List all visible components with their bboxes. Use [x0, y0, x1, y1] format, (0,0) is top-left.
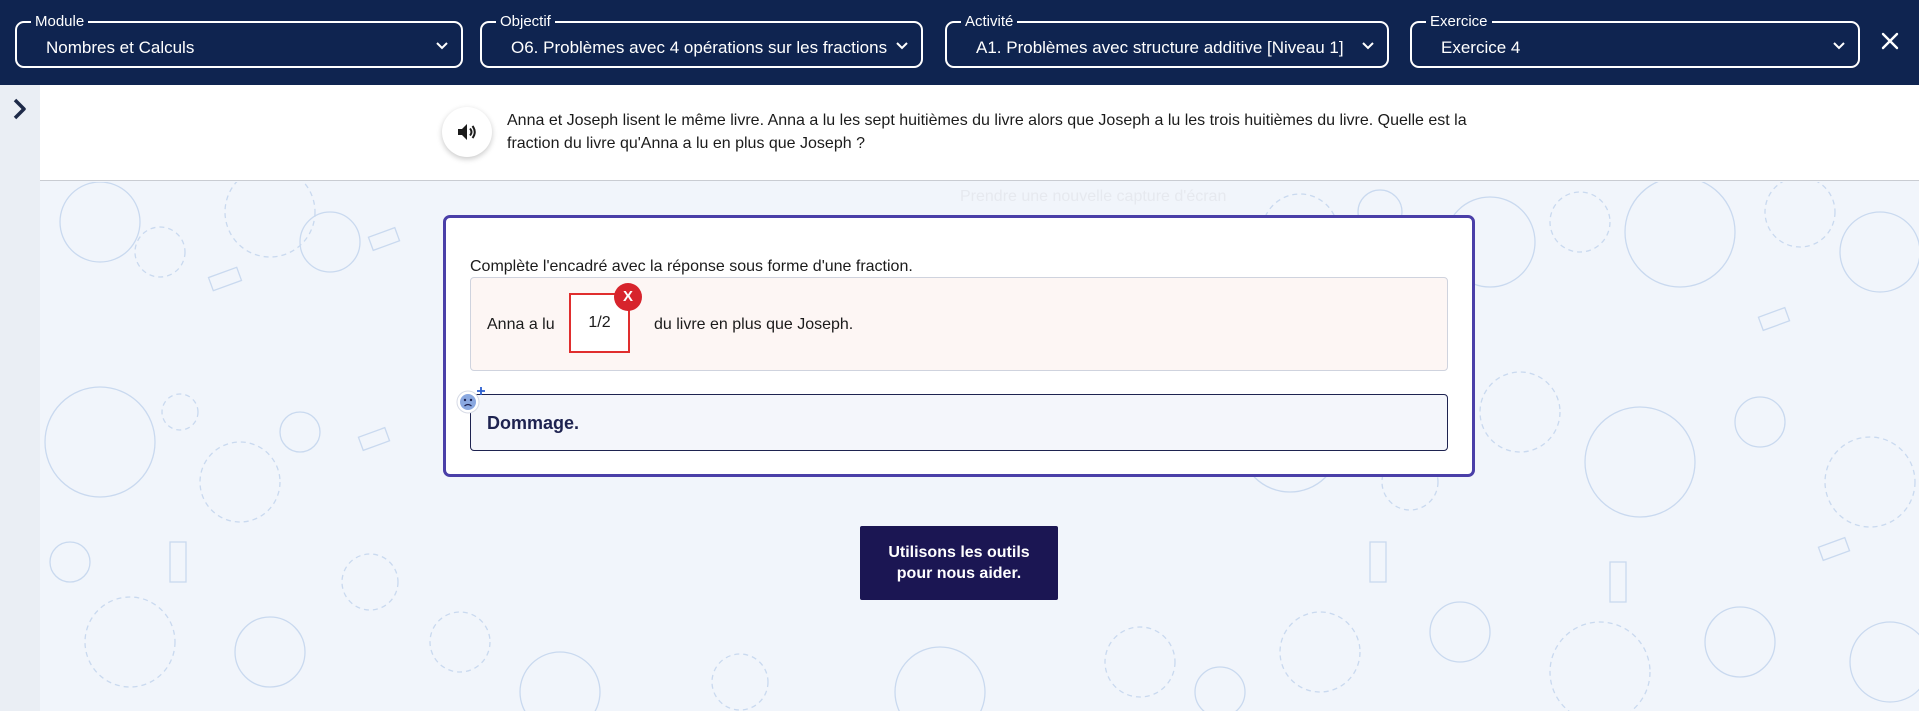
- objectif-select-value: O6. Problèmes avec 4 opérations sur les …: [511, 38, 888, 57]
- objectif-select-label: Objectif: [496, 13, 555, 31]
- feedback-text: Dommage.: [487, 413, 580, 433]
- activite-select-label: Activité: [961, 13, 1018, 31]
- audio-button[interactable]: [442, 107, 492, 157]
- module-select[interactable]: Module Nombres et Calculs: [15, 13, 463, 68]
- error-badge: X: [614, 283, 642, 311]
- question-band: Anna et Joseph lisent le même livre. Ann…: [40, 85, 1919, 181]
- module-select-label: Module: [31, 13, 89, 31]
- exercise-card: Complète l'encadré avec la réponse sous …: [443, 215, 1475, 477]
- exercice-select-value: Exercice 4: [1441, 38, 1521, 57]
- chevron-down-icon: [896, 42, 908, 50]
- question-text: Anna et Joseph lisent le même livre. Ann…: [507, 112, 1467, 152]
- chevron-down-icon: [436, 42, 448, 50]
- close-icon[interactable]: [1878, 29, 1902, 53]
- top-bar: Module Nombres et Calculs Objectif O6. P…: [0, 0, 1919, 85]
- activite-select[interactable]: Activité A1. Problèmes avec structure ad…: [945, 13, 1389, 68]
- objectif-select[interactable]: Objectif O6. Problèmes avec 4 opérations…: [480, 13, 923, 68]
- instruction-text: Complète l'encadré avec la réponse sous …: [470, 258, 913, 275]
- chevron-down-icon: [1833, 42, 1845, 50]
- feedback-box: Dommage.: [470, 394, 1448, 451]
- answer-box: Anna a lu X du livre en plus que Joseph.: [470, 277, 1448, 371]
- chevron-right-icon[interactable]: [8, 97, 32, 121]
- sad-face-icon: [456, 387, 485, 414]
- speaker-icon: [458, 124, 476, 140]
- side-rail: [0, 85, 40, 711]
- activite-select-value: A1. Problèmes avec structure additive [N…: [976, 38, 1344, 57]
- exercice-select-label: Exercice: [1426, 13, 1492, 31]
- module-select-value: Nombres et Calculs: [46, 38, 195, 57]
- use-tools-button-line2: pour nous aider.: [896, 565, 1022, 582]
- answer-suffix: du livre en plus que Joseph.: [654, 316, 854, 333]
- exercice-select[interactable]: Exercice Exercice 4: [1410, 13, 1860, 68]
- answer-prefix: Anna a lu: [487, 316, 555, 333]
- use-tools-button[interactable]: Utilisons les outils pour nous aider.: [860, 526, 1058, 600]
- chevron-down-icon: [1362, 42, 1374, 50]
- screenshot-hint: Prendre une nouvelle capture d'écran: [960, 188, 1227, 205]
- use-tools-button-line1: Utilisons les outils: [888, 544, 1030, 561]
